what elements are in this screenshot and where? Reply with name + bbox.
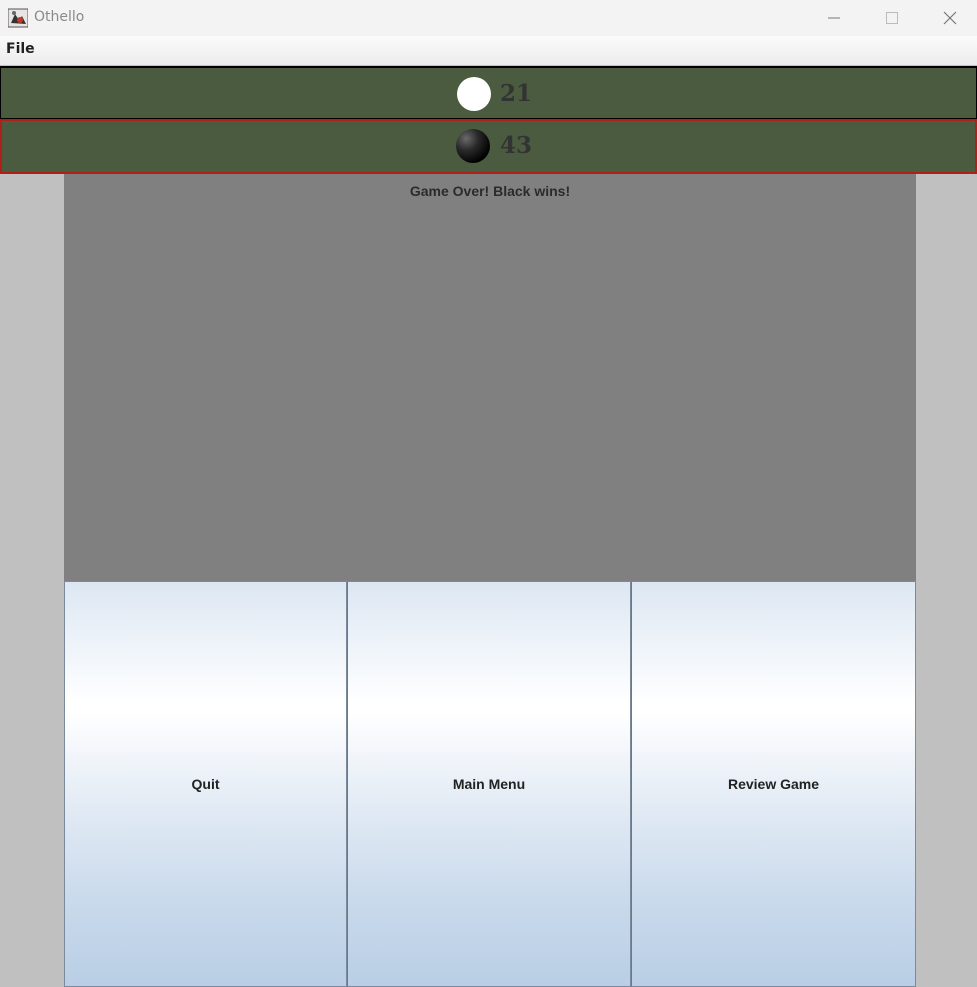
menu-bar: File [0,36,977,65]
title-bar[interactable]: Othello [0,0,977,36]
maximize-icon [886,12,898,24]
black-disc-icon [456,129,490,163]
minimize-button[interactable] [805,0,863,36]
app-icon [7,8,29,28]
white-score: 21 [500,80,533,107]
white-disc-icon [457,77,491,111]
game-status-message: Game Over! Black wins! [409,183,571,199]
white-score-panel: 21 [0,66,977,119]
menu-file[interactable]: File [6,41,35,57]
main-menu-button[interactable]: Main Menu [347,581,631,987]
review-game-button[interactable]: Review Game [631,581,916,987]
othello-window: Othello File 21 43 Game Over! Black wins… [0,0,977,987]
minimize-icon [828,17,840,19]
window-title: Othello [34,9,85,25]
black-score: 43 [500,132,533,159]
close-button[interactable] [921,0,977,36]
quit-button[interactable]: Quit [64,581,347,987]
board-area: Game Over! Black wins! [64,174,916,582]
action-buttons: Quit Main Menu Review Game [64,581,916,987]
close-icon [943,11,957,25]
black-score-panel: 43 [0,119,977,174]
maximize-button[interactable] [863,0,921,36]
